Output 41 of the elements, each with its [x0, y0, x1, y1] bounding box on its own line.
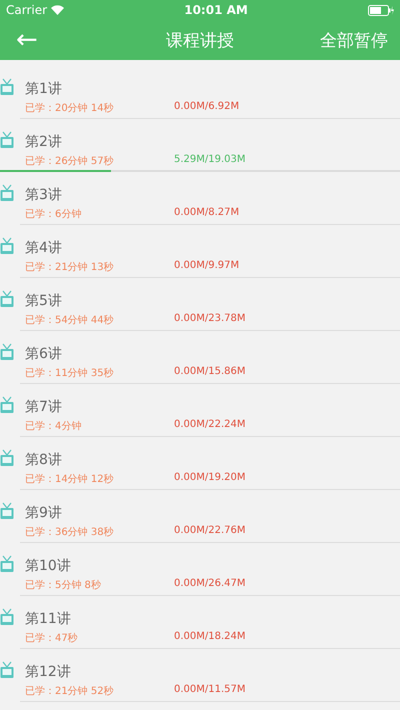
- studied-time: 已学：5分钟 8秒: [25, 578, 102, 592]
- lecture-title[interactable]: 第6讲: [25, 345, 400, 363]
- studied-time: 已学：21分钟 52秒: [25, 684, 115, 698]
- download-size: 0.00M/6.92M: [174, 101, 240, 114]
- download-size: 0.00M/23.78M: [174, 313, 246, 326]
- lecture-title[interactable]: 第3讲: [25, 186, 400, 204]
- download-size: 0.00M/19.20M: [174, 472, 246, 485]
- lecture-title[interactable]: 第11讲: [25, 610, 400, 628]
- download-size: 0.00M/22.24M: [174, 419, 246, 432]
- download-size: 0.00M/8.27M: [174, 207, 240, 220]
- studied-time: 已学：14分钟 12秒: [25, 472, 115, 486]
- lecture-title[interactable]: 第10讲: [25, 557, 400, 575]
- clock: 10:01 AM: [184, 3, 248, 17]
- lecture-title[interactable]: 第7讲: [25, 398, 400, 416]
- carrier-label: Carrier: [6, 3, 48, 17]
- download-size: 0.00M/11.57M: [174, 684, 246, 697]
- wifi-icon: [51, 5, 64, 15]
- studied-time: 已学：26分钟 57秒: [25, 154, 115, 168]
- lecture-title[interactable]: 第9讲: [25, 504, 400, 522]
- lecture-title[interactable]: 第5讲: [25, 292, 400, 310]
- lecture-title[interactable]: 第12讲: [25, 663, 400, 681]
- studied-time: 已学：11分钟 35秒: [25, 366, 115, 380]
- download-size: 0.00M/15.86M: [174, 366, 246, 379]
- studied-time: 已学：20分钟 14秒: [25, 102, 115, 115]
- download-size: 0.00M/9.97M: [174, 260, 240, 273]
- studied-time: 已学：54分钟 44秒: [25, 314, 115, 327]
- lecture-title[interactable]: 第8讲: [25, 451, 400, 469]
- studied-time: 已学：36分钟 38秒: [25, 526, 115, 539]
- download-size: 0.00M/26.47M: [174, 578, 246, 591]
- lecture-title[interactable]: 第2讲: [25, 133, 400, 151]
- studied-time: 已学：47秒: [25, 632, 79, 645]
- studied-time: 已学：21分钟 13秒: [25, 260, 115, 274]
- page-title: 课程讲授: [166, 30, 234, 52]
- studied-time: 已学：4分钟: [25, 420, 82, 433]
- lecture-title[interactable]: 第4讲: [25, 239, 400, 257]
- download-size: 0.00M/22.76M: [174, 525, 246, 538]
- lecture-title[interactable]: 第1讲: [25, 80, 400, 98]
- download-size: 5.29M/19.03M: [174, 154, 246, 167]
- studied-time: 已学：6分钟: [25, 208, 82, 221]
- battery-icon: [368, 4, 394, 16]
- download-size: 0.00M/18.24M: [174, 631, 246, 644]
